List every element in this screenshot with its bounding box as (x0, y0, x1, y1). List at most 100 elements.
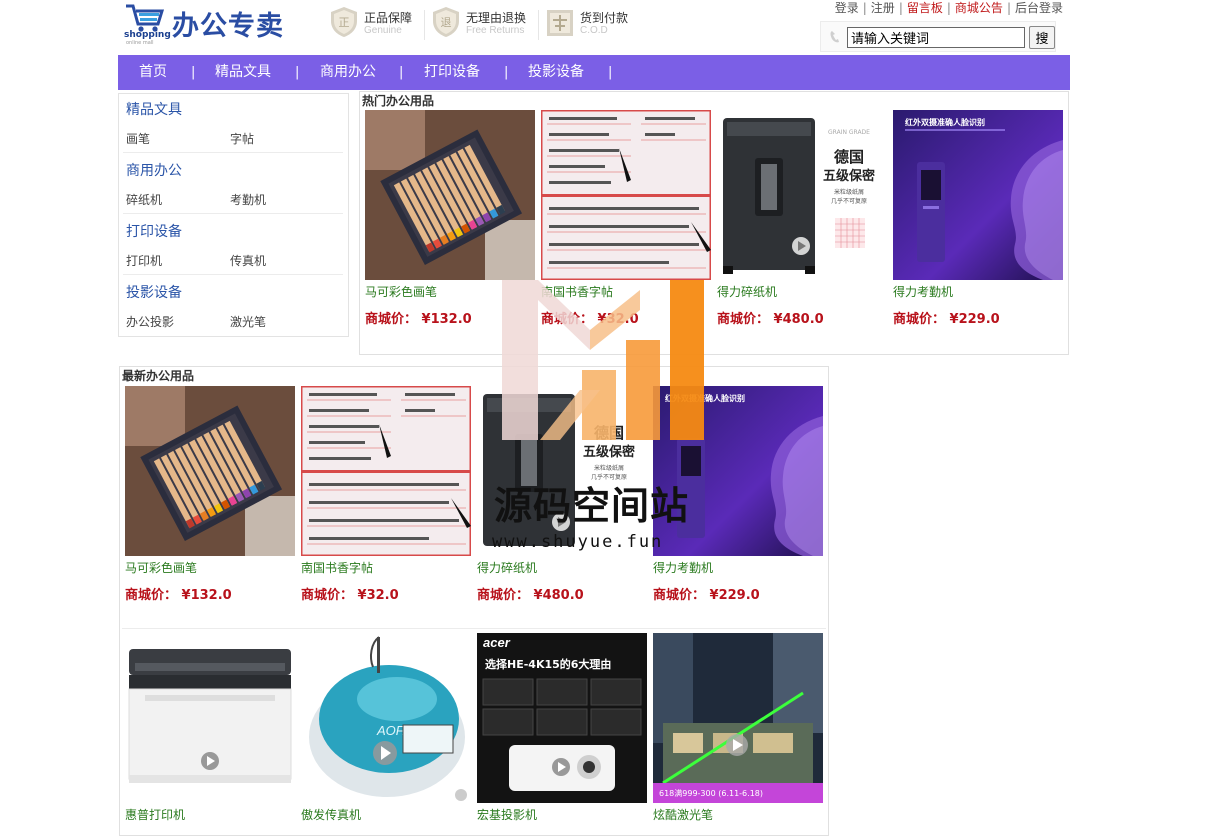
badge-cod: 货到付款 C.O.D (546, 6, 642, 40)
svg-text:退: 退 (441, 16, 452, 29)
shredder-big-text-2: 五级保密 (583, 444, 635, 460)
shredder-big-text: 德国 (834, 148, 864, 166)
register-link[interactable]: 注册 (871, 1, 895, 15)
notice-link[interactable]: 商城公告 (955, 1, 1003, 15)
nav-separator: | (504, 65, 509, 80)
category-link[interactable]: 考勤机 (230, 191, 266, 208)
category-link[interactable]: 字帖 (230, 130, 254, 147)
product-name[interactable]: 得力碎纸机 (477, 559, 537, 576)
nav-item-projection[interactable]: 投影设备 (528, 55, 584, 90)
product-image-pencils[interactable] (125, 386, 295, 556)
badge-free-returns: 退 无理由退换 Free Returns (432, 6, 536, 40)
attendance-machine-image: 红外双摄准确人脸识别 (653, 386, 823, 556)
shredder-brand-text: GRAIN GRADE (828, 129, 870, 136)
shredder-small-text: 米粒级纸屑 (834, 188, 864, 196)
category-title-stationery[interactable]: 精品文具 (126, 99, 182, 119)
category-link[interactable]: 传真机 (230, 252, 266, 269)
product-image-printer[interactable] (125, 633, 295, 803)
row-divider (122, 628, 826, 629)
product-image-laser[interactable]: 618满999-300 (6.11-6.18) (653, 633, 823, 803)
badge-divider (538, 10, 539, 40)
attendance-machine-image: 红外双摄准确人脸识别 (893, 110, 1063, 280)
category-link[interactable]: 激光笔 (230, 313, 266, 330)
fax-machine-image: AOFAX (301, 633, 471, 803)
logo-text: 办公专卖 (172, 11, 284, 42)
product-price: 商城价： ¥32.0 (301, 588, 399, 603)
search-bar: 搜 (820, 21, 1056, 52)
logo-subtitle: shopping (124, 30, 171, 40)
product-image-copybook[interactable] (541, 110, 711, 280)
projector-image: acer 选择HE-4K15的6大理由 (477, 633, 647, 803)
guestbook-link[interactable]: 留言板 (907, 1, 943, 15)
pencil-set-image (125, 386, 295, 556)
product-name[interactable]: 炫酷激光笔 (653, 806, 713, 823)
latest-products-panel: 最新办公用品 马可彩色画笔 商城价： ¥132.0 南国书香字帖 商城价： ¥3… (119, 366, 829, 836)
product-name[interactable]: 得力碎纸机 (717, 283, 777, 300)
shredder-small-text-2: 几乎不可复原 (831, 197, 867, 205)
product-price: 商城价： ¥480.0 (477, 588, 584, 603)
category-link[interactable]: 碎纸机 (126, 191, 162, 208)
product-name[interactable]: 傲发传真机 (301, 806, 361, 823)
product-price: 商城价： ¥229.0 (893, 312, 1000, 327)
nav-item-stationery[interactable]: 精品文具 (215, 55, 271, 90)
admin-login-link[interactable]: 后台登录 (1015, 1, 1063, 15)
nav-item-printing[interactable]: 打印设备 (424, 55, 480, 90)
shredder-big-text-2: 五级保密 (823, 168, 875, 184)
badge-free-returns-sub: Free Returns (466, 25, 525, 36)
attendance-banner-text: 红外双摄准确人脸识别 (665, 393, 745, 403)
nav-separator: | (608, 65, 613, 80)
product-name[interactable]: 得力考勤机 (893, 283, 953, 300)
shredder-big-text: 德国 (594, 424, 624, 442)
category-sidebar: 精品文具 画笔 字帖 商用办公 碎纸机 考勤机 打印设备 打印机 传真机 投影设… (118, 93, 349, 337)
divider (123, 213, 343, 214)
badge-free-returns-title: 无理由退换 (466, 11, 527, 25)
category-title-office[interactable]: 商用办公 (126, 160, 182, 180)
badge-genuine: 正 正品保障 Genuine (330, 6, 420, 40)
category-link[interactable]: 画笔 (126, 130, 150, 147)
attendance-banner-text: 红外双摄准确人脸识别 (905, 117, 985, 127)
projector-brand-text: acer (483, 635, 511, 650)
site-logo[interactable]: shopping online mall 办公专卖 (124, 2, 294, 46)
divider (123, 152, 343, 153)
product-price: 商城价： ¥480.0 (717, 312, 824, 327)
product-image-attendance[interactable]: 红外双摄准确人脸识别 (653, 386, 823, 556)
product-name[interactable]: 南国书香字帖 (301, 559, 373, 576)
hot-products-title: 热门办公用品 (362, 94, 435, 108)
top-links: 登录 | 注册 | 留言板 | 商城公告 | 后台登录 (834, 1, 1063, 15)
product-name[interactable]: 宏基投影机 (477, 806, 537, 823)
category-title-projection[interactable]: 投影设备 (126, 282, 182, 302)
free-return-shield-icon: 退 (433, 7, 459, 37)
nav-separator: | (295, 65, 300, 80)
product-image-copybook[interactable] (301, 386, 471, 556)
product-name[interactable]: 南国书香字帖 (541, 283, 613, 300)
product-image-projector[interactable]: acer 选择HE-4K15的6大理由 (477, 633, 647, 803)
nav-separator: | (191, 65, 196, 80)
printer-image (125, 633, 295, 803)
logo-subtitle-small: online mall (126, 40, 154, 46)
product-name[interactable]: 得力考勤机 (653, 559, 713, 576)
login-link[interactable]: 登录 (835, 1, 859, 15)
product-name[interactable]: 惠普打印机 (125, 806, 185, 823)
copybook-image (301, 386, 471, 556)
category-link[interactable]: 办公投影 (126, 313, 174, 330)
divider (123, 274, 343, 275)
genuine-shield-icon: 正 (331, 7, 357, 37)
product-image-pencils[interactable] (365, 110, 535, 280)
category-title-printing[interactable]: 打印设备 (126, 221, 182, 241)
product-image-shredder[interactable]: 德国 五级保密 米粒级纸屑 几乎不可复原 (477, 386, 647, 556)
category-link[interactable]: 打印机 (126, 252, 162, 269)
page: shopping online mall 办公专卖 正 正品保障 Genuine… (118, 0, 1070, 836)
search-button[interactable]: 搜 (1029, 26, 1055, 49)
nav-item-office[interactable]: 商用办公 (320, 55, 376, 90)
search-input[interactable] (847, 27, 1025, 48)
badge-divider (424, 10, 425, 40)
shredder-image: GRAIN GRADE 德国 五级保密 米粒级纸屑 几乎不可复原 (717, 110, 887, 280)
product-image-attendance[interactable]: 红外双摄准确人脸识别 (893, 110, 1063, 280)
pencil-set-image (365, 110, 535, 280)
product-name[interactable]: 马可彩色画笔 (125, 559, 197, 576)
nav-item-home[interactable]: 首页 (139, 55, 167, 90)
product-name[interactable]: 马可彩色画笔 (365, 283, 437, 300)
product-image-shredder[interactable]: GRAIN GRADE 德国 五级保密 米粒级纸屑 几乎不可复原 (717, 110, 887, 280)
badge-cod-title: 货到付款 (580, 11, 629, 25)
product-image-fax[interactable]: AOFAX (301, 633, 471, 803)
